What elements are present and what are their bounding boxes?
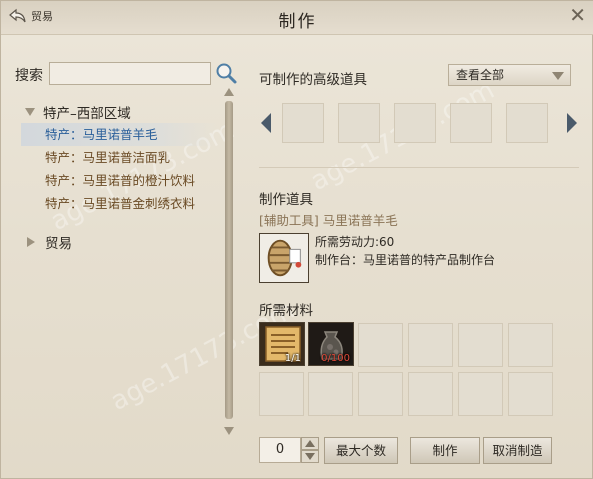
max-quantity-button[interactable]: 最大个数: [324, 437, 398, 464]
material-count: 1/1: [284, 353, 301, 364]
crafting-window: 贸易 制作 ✕ age.17173.com age.17173.com age.…: [0, 0, 593, 479]
tree-category-trade[interactable]: 贸易: [21, 231, 221, 253]
material-count: 0/100: [321, 353, 350, 364]
carousel-next-icon[interactable]: [566, 112, 578, 134]
scroll-up-icon[interactable]: [223, 87, 235, 97]
advanced-item-slot[interactable]: [394, 103, 436, 143]
quantity-up-icon[interactable]: [301, 437, 319, 450]
cancel-craft-button[interactable]: 取消制造: [483, 437, 552, 464]
material-empty-slot: [458, 323, 503, 367]
craft-tool-name: [辅助工具] 马里诺普羊毛: [259, 213, 398, 228]
materials-title: 所需材料: [259, 303, 313, 319]
dropdown-arrow-icon: [552, 72, 564, 80]
advanced-item-slot[interactable]: [338, 103, 380, 143]
title-bar: 贸易 制作 ✕: [1, 1, 593, 35]
tree-item[interactable]: 特产：马里诺普洁面乳: [21, 146, 217, 169]
expand-right-icon: [27, 237, 35, 247]
carousel-prev-icon[interactable]: [260, 112, 272, 134]
search-input[interactable]: [49, 62, 211, 85]
expand-down-icon: [25, 108, 35, 116]
material-empty-slot: [508, 372, 553, 416]
material-empty-slot: [358, 372, 403, 416]
quantity-input[interactable]: 0: [259, 437, 301, 463]
material-empty-slot: [358, 323, 403, 367]
window-title: 制作: [278, 12, 317, 32]
scrollbar-thumb[interactable]: [225, 101, 233, 419]
crafting-station: 制作台：马里诺普的特产品制作台: [315, 253, 496, 267]
scroll-down-icon[interactable]: [223, 426, 235, 436]
material-empty-slot: [508, 323, 553, 367]
search-icon: [216, 63, 237, 84]
material-slot[interactable]: 0/100: [308, 322, 354, 366]
quantity-down-icon[interactable]: [301, 450, 319, 463]
tree-item[interactable]: 特产：马里诺普羊毛: [21, 123, 217, 146]
labor-requirement: 所需劳动力:60: [315, 235, 395, 249]
material-empty-slot: [308, 372, 353, 416]
search-label: 搜索: [15, 68, 43, 84]
material-empty-slot: [259, 372, 304, 416]
search-button[interactable]: [214, 61, 238, 85]
advanced-item-slot[interactable]: [282, 103, 324, 143]
tree-item[interactable]: 特产：马里诺普金刺绣衣料: [21, 192, 217, 215]
section-divider: [259, 167, 579, 168]
tree-item[interactable]: 特产：马里诺普的橙汁饮料: [21, 169, 217, 192]
material-empty-slot: [408, 323, 453, 367]
wool-tool-icon: [260, 234, 308, 282]
material-slot[interactable]: 1/1: [259, 322, 305, 366]
recipe-tree: 特产–西部区域 特产：马里诺普羊毛 特产：马里诺普洁面乳 特产：马里诺普的橙汁饮料特…: [21, 101, 221, 253]
tree-category-label: 特产–西部区域: [43, 106, 131, 122]
view-filter-value: 查看全部: [456, 68, 505, 82]
material-empty-slot: [408, 372, 453, 416]
view-filter-select[interactable]: 查看全部: [448, 64, 571, 86]
advanced-items-title: 可制作的高级道具: [259, 72, 367, 88]
tree-category-west[interactable]: 特产–西部区域: [21, 101, 221, 123]
tree-category-label: 贸易: [45, 236, 72, 252]
craft-tool-slot[interactable]: [259, 233, 309, 283]
craft-tool-title: 制作道具: [259, 192, 313, 208]
material-empty-slot: [458, 372, 503, 416]
advanced-item-slot[interactable]: [450, 103, 492, 143]
close-icon[interactable]: ✕: [569, 5, 586, 25]
craft-button[interactable]: 制作: [410, 437, 480, 464]
advanced-item-slot[interactable]: [506, 103, 548, 143]
